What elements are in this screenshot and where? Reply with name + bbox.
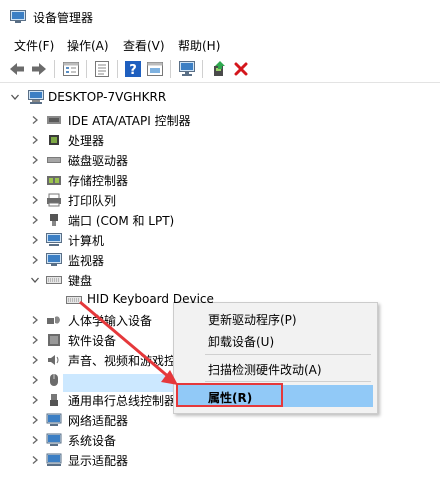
svg-text:?: ? <box>129 63 137 77</box>
chevron-right-icon[interactable] <box>30 235 40 245</box>
computer-icon <box>46 233 62 246</box>
system-device-icon <box>46 433 62 446</box>
menu-help[interactable]: 帮助(H) <box>178 37 220 54</box>
properties-grid-icon[interactable] <box>62 60 80 78</box>
print-queue-icon <box>47 193 61 207</box>
chevron-right-icon[interactable] <box>30 115 40 125</box>
tree-category-label[interactable]: 打印队列 <box>68 192 116 209</box>
tree-category-label[interactable]: 存储控制器 <box>68 172 128 189</box>
tree-category-label[interactable]: 软件设备 <box>68 332 116 349</box>
menu-item-uninstall[interactable]: 卸载设备(U) <box>208 333 274 350</box>
tree-category-label[interactable]: 端口 (COM 和 LPT) <box>68 212 174 229</box>
menu-file[interactable]: 文件(F) <box>14 37 54 54</box>
chevron-down-icon[interactable] <box>30 275 40 285</box>
monitor-icon <box>46 253 62 266</box>
menu-bar: 文件(F) 操作(A) 查看(V) 帮助(H) <box>0 35 440 55</box>
chevron-right-icon[interactable] <box>30 135 40 145</box>
audio-icon <box>48 355 59 365</box>
mouse-icon <box>50 374 58 386</box>
chevron-right-icon[interactable] <box>30 335 40 345</box>
update-driver-icon[interactable] <box>210 60 228 78</box>
display-adapter-icon <box>46 453 62 466</box>
keyboard-icon <box>46 276 62 284</box>
scan-hardware-icon[interactable] <box>178 60 196 78</box>
title-bar: 设备管理器 <box>0 0 440 34</box>
tree-category-label[interactable]: 磁盘驱动器 <box>68 152 128 169</box>
tree-category-label[interactable]: 网络适配器 <box>68 412 128 429</box>
annotation-box <box>176 383 283 407</box>
network-adapter-icon <box>46 413 62 426</box>
chevron-right-icon[interactable] <box>30 315 40 325</box>
tree-root-label[interactable]: DESKTOP-7VGHKRR <box>48 90 166 104</box>
tree-category-label[interactable]: 人体学输入设备 <box>68 312 152 329</box>
tree-category-label[interactable]: 监视器 <box>68 252 104 269</box>
tree-category-label[interactable]: 计算机 <box>68 232 104 249</box>
tree-device-label[interactable]: HID Keyboard Device <box>87 292 214 306</box>
forward-arrow-icon[interactable] <box>30 60 48 78</box>
ide-controller-icon <box>47 116 61 124</box>
toolbar: ? <box>0 56 440 83</box>
tree-category-label[interactable]: IDE ATA/ATAPI 控制器 <box>68 112 191 129</box>
menu-action[interactable]: 操作(A) <box>67 37 109 54</box>
monitor-grid-icon[interactable] <box>146 60 164 78</box>
chevron-right-icon[interactable] <box>30 155 40 165</box>
storage-controller-icon <box>47 176 61 185</box>
keyboard-icon <box>66 296 82 304</box>
chevron-right-icon[interactable] <box>30 255 40 265</box>
processor-icon <box>49 135 59 145</box>
chevron-right-icon[interactable] <box>30 415 40 425</box>
chevron-right-icon[interactable] <box>30 435 40 445</box>
usb-icon <box>50 394 58 406</box>
device-tree: DESKTOP-7VGHKRR IDE ATA/ATAPI 控制器 处理器磁盘驱动… <box>0 86 440 490</box>
chevron-right-icon[interactable] <box>30 355 40 365</box>
tree-category-label[interactable]: 显示适配器 <box>68 452 128 469</box>
tree-category-label[interactable]: 通用串行总线控制器 <box>68 392 176 409</box>
software-device-icon <box>48 334 60 346</box>
computer-icon <box>28 90 44 104</box>
tree-category-label[interactable]: 键盘 <box>68 272 92 289</box>
tree-category-label[interactable]: 处理器 <box>68 132 104 149</box>
menu-view[interactable]: 查看(V) <box>123 37 165 54</box>
uninstall-icon[interactable] <box>232 60 250 78</box>
chevron-right-icon[interactable] <box>30 175 40 185</box>
menu-item-update-driver[interactable]: 更新驱动程序(P) <box>208 311 297 328</box>
tree-category-label[interactable]: 系统设备 <box>68 432 116 449</box>
chevron-right-icon[interactable] <box>30 455 40 465</box>
chevron-down-icon[interactable] <box>10 92 20 102</box>
back-arrow-icon[interactable] <box>8 60 26 78</box>
chevron-right-icon[interactable] <box>30 215 40 225</box>
chevron-right-icon[interactable] <box>30 195 40 205</box>
menu-item-scan[interactable]: 扫描检测硬件改动(A) <box>208 361 322 378</box>
help-icon[interactable]: ? <box>124 60 142 78</box>
chevron-right-icon[interactable] <box>30 375 40 385</box>
device-manager-icon <box>10 10 26 23</box>
chevron-right-icon[interactable] <box>30 395 40 405</box>
hid-icon <box>47 316 60 324</box>
window-title: 设备管理器 <box>33 11 94 25</box>
list-icon[interactable] <box>93 60 111 78</box>
disk-drive-icon <box>47 157 61 163</box>
port-icon <box>50 214 58 226</box>
